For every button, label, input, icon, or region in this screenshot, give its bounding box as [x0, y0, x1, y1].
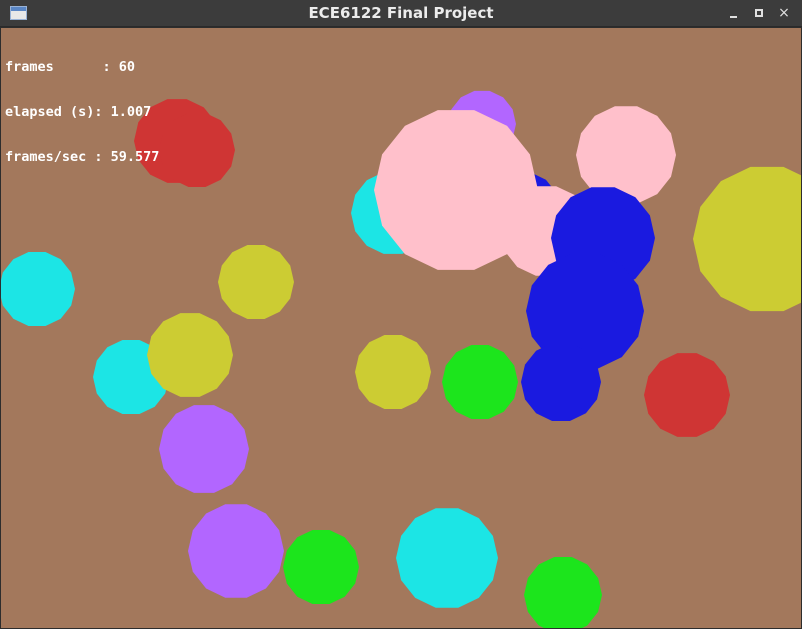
yellow-ball [218, 245, 294, 319]
purple-ball [159, 405, 249, 493]
green-ball [283, 530, 359, 604]
cyan-ball [1, 252, 75, 326]
render-canvas[interactable]: frames : 60 elapsed (s): 1.007 frames/se… [1, 28, 801, 628]
green-ball [524, 557, 602, 628]
green-ball [442, 345, 518, 419]
minimize-button[interactable] [725, 4, 743, 22]
close-icon: × [778, 5, 790, 21]
maximize-button[interactable] [750, 4, 768, 22]
minimize-icon [730, 16, 737, 18]
red-ball [159, 113, 235, 187]
maximize-icon [755, 9, 763, 17]
fps-stat: frames/sec : 59.577 [5, 149, 160, 165]
frames-stat: frames : 60 [5, 59, 136, 75]
app-window: ECE6122 Final Project × frames : 60 elap… [0, 0, 802, 629]
window-title: ECE6122 Final Project [308, 4, 494, 22]
yellow-ball [693, 166, 801, 312]
yellow-ball [355, 335, 431, 409]
yellow-ball [147, 313, 233, 397]
elapsed-stat: elapsed (s): 1.007 [5, 104, 152, 120]
close-button[interactable]: × [775, 4, 793, 22]
blue-ball [521, 343, 601, 421]
title-bar[interactable]: ECE6122 Final Project × [0, 0, 802, 27]
stats-overlay: frames : 60 elapsed (s): 1.007 frames/se… [5, 30, 159, 195]
purple-ball [188, 504, 284, 598]
cyan-ball [396, 508, 498, 608]
red-ball [644, 353, 730, 437]
